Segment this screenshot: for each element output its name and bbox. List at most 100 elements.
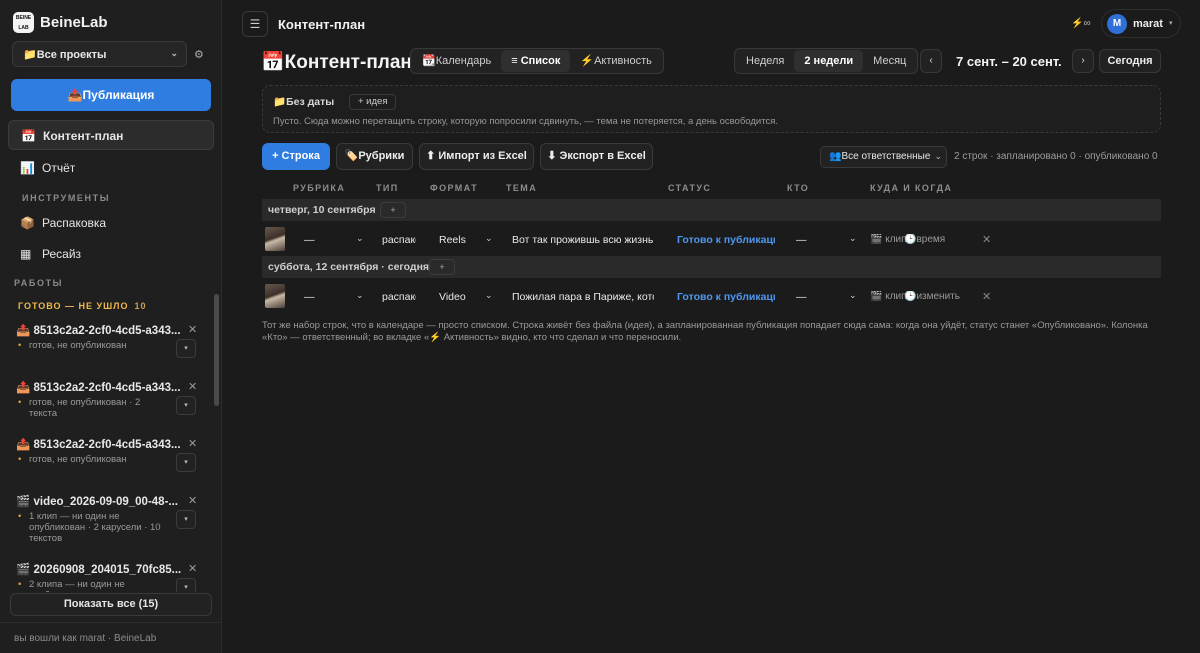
format-cell[interactable]: Video: [439, 291, 466, 303]
column-header-who[interactable]: КТО: [787, 183, 809, 193]
export-excel-button[interactable]: ⬇ Экспорт в Excel: [540, 143, 653, 170]
table-row[interactable]: — ⌄ распаковка Video ⌄ Пожилая пара в Па…: [262, 279, 999, 313]
work-status: готов, не опубликован · 2 текста: [29, 397, 141, 419]
when-cell[interactable]: 🕒изменить: [904, 291, 960, 302]
delete-row-icon[interactable]: ✕: [982, 290, 991, 303]
chevron-down-icon: ⌄: [934, 151, 942, 161]
close-icon[interactable]: ✕: [188, 562, 197, 575]
publish-button[interactable]: 📤Публикация: [11, 79, 211, 111]
column-header-rubric[interactable]: РУБРИКА: [293, 183, 345, 193]
where-cell[interactable]: 🎬 клип: [870, 234, 907, 245]
column-header-type[interactable]: ТИП: [376, 183, 399, 193]
who-cell[interactable]: —: [796, 234, 807, 246]
add-to-day-button[interactable]: +: [380, 202, 406, 218]
close-icon[interactable]: ✕: [188, 437, 197, 450]
chevron-down-icon: ⌄: [170, 48, 178, 58]
logged-in-text: вы вошли как marat · BeineLab: [14, 633, 157, 644]
next-period-button[interactable]: ›: [1072, 49, 1094, 73]
work-status: готов, не опубликован: [29, 340, 127, 351]
work-item[interactable]: 📤 8513c2a2-2cf0-4cd5-a343... ✕ • готов, н…: [16, 323, 204, 358]
work-item[interactable]: 📤 8513c2a2-2cf0-4cd5-a343... ✕ • готов, н…: [16, 380, 204, 419]
status-cell[interactable]: Готово к публикации: [677, 291, 775, 303]
nav-item-content-plan[interactable]: 📅 Контент-план: [8, 120, 214, 150]
sidebar-scrollbar[interactable]: [214, 294, 219, 406]
period-switcher: Неделя 2 недели Месяц: [734, 48, 919, 74]
page-heading: 📅Контент-план: [261, 52, 412, 73]
period-month[interactable]: Месяц: [863, 50, 916, 72]
column-header-format[interactable]: ФОРМАТ: [430, 183, 478, 193]
work-title: 🎬 video_2026-09-09_00-48-...: [16, 496, 178, 508]
type-cell[interactable]: распаковка: [382, 234, 416, 246]
period-week[interactable]: Неделя: [736, 50, 794, 72]
show-all-button[interactable]: Показать все (15): [10, 593, 212, 616]
user-name: marat: [1133, 18, 1163, 30]
add-idea-button[interactable]: + идея: [349, 94, 397, 110]
rubrics-button[interactable]: 🏷️Рубрики: [336, 143, 413, 170]
work-menu-button[interactable]: ▾: [176, 453, 196, 472]
type-cell[interactable]: распаковка: [382, 291, 416, 303]
rubric-cell[interactable]: —: [304, 291, 315, 303]
add-row-button[interactable]: + Строка: [262, 143, 330, 170]
works-section-label: РАБОТЫ: [14, 278, 64, 288]
no-date-dropzone[interactable]: 📁Без даты + идея Пусто. Сюда можно перет…: [262, 85, 1161, 133]
table-row[interactable]: — ⌄ распаковка Reels ⌄ Вот так прожившь …: [262, 222, 999, 256]
rubric-cell[interactable]: —: [304, 234, 315, 246]
status-cell[interactable]: Готово к публикации: [677, 234, 775, 246]
resize-icon: ▦: [20, 247, 32, 261]
topic-cell[interactable]: Пожилая пара в Париже, которая: [512, 291, 654, 303]
tab-calendar[interactable]: 📆Календарь: [412, 50, 501, 72]
work-menu-button[interactable]: ▾: [176, 396, 196, 415]
work-menu-button[interactable]: ▾: [176, 578, 196, 592]
thumbnail-image[interactable]: [265, 227, 285, 251]
gear-icon[interactable]: ⚙: [194, 48, 204, 61]
work-item[interactable]: 🎬 video_2026-09-09_00-48-... ✕ • 1 клип —…: [16, 494, 204, 544]
prev-period-button[interactable]: ‹: [920, 49, 942, 73]
work-menu-button[interactable]: ▾: [176, 339, 196, 358]
tab-activity[interactable]: ⚡Активность: [570, 50, 661, 72]
work-item[interactable]: 📤 8513c2a2-2cf0-4cd5-a343... ✕ • готов, н…: [16, 437, 204, 472]
nav-item-resize[interactable]: ▦ Ресайз: [8, 239, 214, 269]
nav-item-unpacking[interactable]: 📦 Распаковка: [8, 208, 214, 238]
date-range: 7 сент. – 20 сент.: [956, 54, 1062, 69]
work-menu-button[interactable]: ▾: [176, 510, 196, 529]
work-item[interactable]: 🎬 20260908_204015_70fc85... ✕ • 2 клипа —…: [16, 562, 204, 592]
caret-down-icon: ▾: [1169, 20, 1173, 27]
nav-item-report[interactable]: 📊 Отчёт: [8, 153, 214, 183]
topic-cell[interactable]: Вот так прожившь всю жизнь: [512, 234, 654, 246]
tab-list[interactable]: ≡ Список: [501, 50, 571, 72]
delete-row-icon[interactable]: ✕: [982, 233, 991, 246]
brand-logo[interactable]: BEINE LAB: [13, 12, 34, 33]
responsible-select[interactable]: 👥Все ответственные ⌄: [820, 146, 947, 168]
close-icon[interactable]: ✕: [188, 323, 197, 336]
chart-icon: 📊: [20, 161, 35, 175]
chevron-down-icon[interactable]: ⌄: [849, 233, 857, 244]
add-to-day-button[interactable]: +: [429, 259, 455, 275]
where-cell[interactable]: 🎬 клип: [870, 291, 907, 302]
when-cell[interactable]: 🕒время: [904, 234, 945, 245]
close-icon[interactable]: ✕: [188, 494, 197, 507]
chevron-down-icon[interactable]: ⌄: [356, 233, 364, 244]
import-excel-button[interactable]: ⬆ Импорт из Excel: [419, 143, 534, 170]
chevron-down-icon[interactable]: ⌄: [485, 233, 493, 244]
who-cell[interactable]: —: [796, 291, 807, 303]
chevron-down-icon[interactable]: ⌄: [849, 290, 857, 301]
chevron-down-icon[interactable]: ⌄: [356, 290, 364, 301]
user-menu[interactable]: M marat ▾: [1101, 9, 1181, 38]
period-two-weeks[interactable]: 2 недели: [794, 50, 864, 72]
column-header-topic[interactable]: ТЕМА: [506, 183, 537, 193]
today-button[interactable]: Сегодня: [1099, 49, 1161, 73]
column-header-status[interactable]: СТАТУС: [668, 183, 711, 193]
thumbnail-image[interactable]: [265, 284, 285, 308]
column-header-where-when[interactable]: КУДА И КОГДА: [870, 183, 952, 193]
chevron-down-icon[interactable]: ⌄: [485, 290, 493, 301]
project-select[interactable]: 📁Все проекты ⌄: [12, 41, 187, 67]
format-cell[interactable]: Reels: [439, 234, 466, 246]
brand-name[interactable]: BeineLab: [40, 14, 108, 31]
menu-icon[interactable]: ☰: [242, 11, 268, 37]
work-title: 📤 8513c2a2-2cf0-4cd5-a343...: [16, 439, 181, 451]
work-status: 2 клипа — ни один не опубликован: [29, 579, 125, 592]
work-title: 📤 8513c2a2-2cf0-4cd5-a343...: [16, 325, 181, 337]
work-title: 🎬 20260908_204015_70fc85...: [16, 564, 182, 576]
close-icon[interactable]: ✕: [188, 380, 197, 393]
nav-item-label: Отчёт: [42, 161, 76, 175]
